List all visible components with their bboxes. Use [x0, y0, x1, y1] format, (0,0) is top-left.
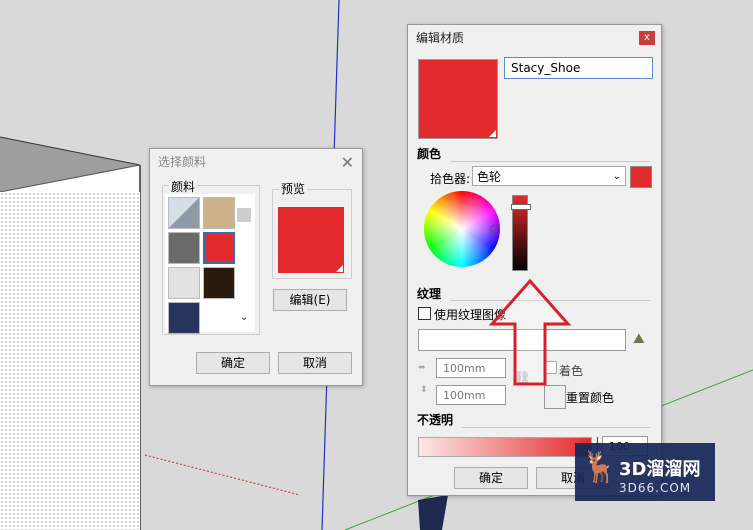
opacity-section-title: 不透明 [417, 413, 454, 427]
divider [450, 161, 650, 162]
slider-handle[interactable] [511, 204, 531, 210]
swatch-item[interactable] [168, 197, 200, 229]
close-icon[interactable]: ✕ [341, 153, 354, 172]
color-section-title: 颜色 [417, 147, 442, 161]
group-label: 颜料 [169, 178, 198, 195]
texture-section-title: 纹理 [417, 287, 442, 301]
preview-label: 预览 [279, 180, 308, 197]
annotation-arrow [488, 278, 572, 386]
chevron-down-icon: ⌄ [612, 171, 621, 182]
divider [462, 427, 650, 428]
reset-color-swatch[interactable] [544, 385, 566, 409]
brightness-slider[interactable] [511, 195, 531, 271]
opacity-slider[interactable] [418, 437, 592, 457]
preview-swatch [278, 207, 344, 273]
color-wheel[interactable] [424, 191, 500, 267]
browse-icon[interactable]: ⛰ [633, 331, 645, 347]
cancel-button[interactable]: 取消 [278, 352, 352, 374]
material-preview [418, 59, 498, 139]
picker-select-value: 色轮 [477, 170, 502, 184]
close-icon[interactable]: x [639, 31, 655, 45]
width-icon: ⬌ [418, 363, 426, 373]
watermark-line2: 3D66.COM [619, 481, 692, 495]
ok-button[interactable]: 确定 [454, 467, 528, 489]
watermark: 🦌 3D溜溜网 3D66.COM [575, 443, 715, 501]
material-name-input[interactable]: Stacy_Shoe [504, 57, 653, 79]
edit-material-dialog: 编辑材质 x Stacy_Shoe 颜色 拾色器: 色轮 ⌄ 纹理 使用纹理图像… [407, 24, 662, 496]
texture-height-input[interactable]: 100mm [436, 385, 506, 405]
swatch-item[interactable] [203, 197, 235, 229]
select-paint-dialog: 选择颜料 ✕ 颜料 ⌄ 预览 编辑(E) 确定 取消 [149, 148, 363, 386]
dotted-face [0, 192, 140, 530]
swatch-list[interactable]: ⌄ [165, 194, 255, 334]
swatch-item[interactable] [203, 267, 235, 299]
swatch-item[interactable] [168, 302, 200, 334]
paint-group: 颜料 ⌄ [162, 178, 260, 335]
swatch-item[interactable] [168, 232, 200, 264]
reset-color-label[interactable]: 重置颜色 [566, 389, 614, 406]
dialog-title: 编辑材质 [416, 31, 465, 45]
height-icon: ⬍ [420, 385, 428, 395]
ok-button[interactable]: 确定 [196, 352, 270, 374]
use-texture-checkbox[interactable] [418, 307, 431, 320]
swatch-item[interactable] [168, 267, 200, 299]
preview-group: 预览 [272, 180, 352, 279]
edit-button[interactable]: 编辑(E) [273, 289, 347, 311]
wheel-cursor[interactable] [490, 225, 498, 233]
deer-logo-icon: 🦌 [581, 450, 619, 485]
swatch-item-selected[interactable] [203, 232, 235, 264]
watermark-line1: 3D溜溜网 [619, 459, 701, 480]
chevron-down-icon[interactable]: ⌄ [240, 312, 248, 323]
picker-label: 拾色器: [430, 172, 471, 186]
current-color-swatch[interactable] [630, 166, 652, 188]
picker-select[interactable]: 色轮 ⌄ [472, 166, 626, 186]
scrollbar-thumb[interactable] [237, 208, 251, 222]
dialog-title: 选择颜料 [158, 155, 207, 169]
